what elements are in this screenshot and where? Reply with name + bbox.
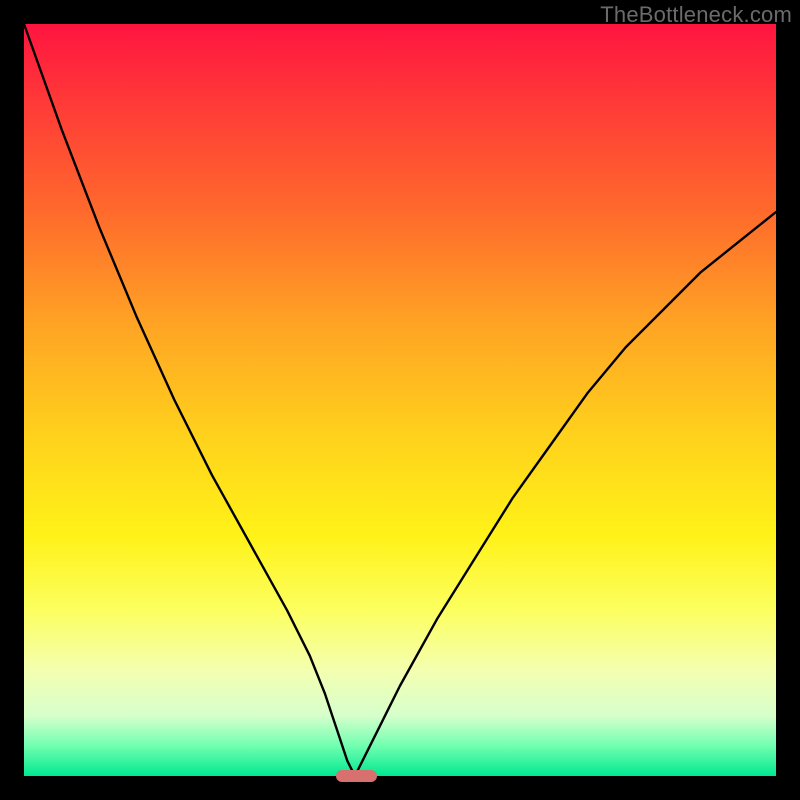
plot-area: [24, 24, 776, 776]
optimum-marker: [336, 770, 377, 782]
chart-frame: TheBottleneck.com: [0, 0, 800, 800]
watermark-text: TheBottleneck.com: [600, 2, 792, 28]
bottleneck-curve: [24, 24, 776, 776]
curve-path: [24, 24, 776, 776]
